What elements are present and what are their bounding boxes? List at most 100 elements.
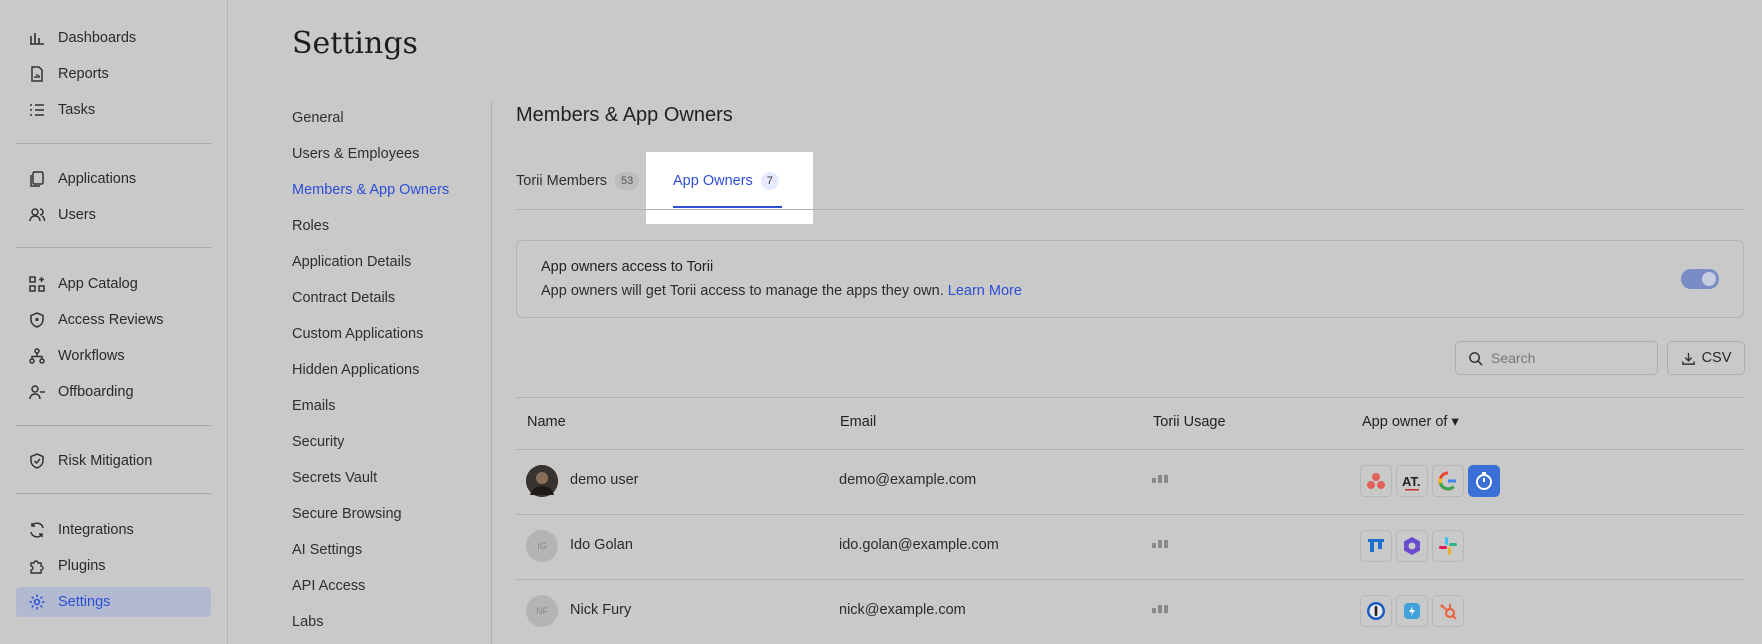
shield-icon bbox=[30, 312, 44, 328]
app-catalog-icon bbox=[29, 276, 45, 292]
settings-item-labs[interactable]: Labs bbox=[292, 608, 323, 636]
row-name: Nick Fury bbox=[570, 602, 632, 618]
sidebar-item-app-catalog[interactable]: App Catalog bbox=[16, 269, 211, 299]
sidebar-item-label: Offboarding bbox=[58, 384, 134, 400]
tab-app-owners[interactable]: App Owners 7 bbox=[673, 172, 779, 190]
count-badge: 53 bbox=[615, 172, 640, 190]
applications-icon bbox=[30, 171, 44, 187]
tab-label: App Owners bbox=[673, 173, 753, 189]
settings-item-custom-applications[interactable]: Custom Applications bbox=[292, 320, 423, 348]
settings-item-general[interactable]: General bbox=[292, 104, 344, 132]
avatar bbox=[526, 465, 558, 497]
page-title: Settings bbox=[292, 26, 418, 61]
atlassian-icon[interactable]: AT. bbox=[1396, 465, 1428, 497]
svg-text:AT.: AT. bbox=[1402, 474, 1421, 489]
tab-torii-members[interactable]: Torii Members 53 bbox=[516, 172, 640, 190]
sidebar-item-label: Access Reviews bbox=[58, 312, 164, 328]
settings-item-secure-browsing[interactable]: Secure Browsing bbox=[292, 500, 402, 528]
app-icons: AT. bbox=[1360, 465, 1500, 497]
sidebar-item-users[interactable]: Users bbox=[16, 200, 211, 230]
count-badge: 7 bbox=[760, 172, 779, 190]
app-icons bbox=[1360, 530, 1464, 562]
settings-item-hidden-applications[interactable]: Hidden Applications bbox=[292, 356, 419, 384]
hubspot-icon[interactable] bbox=[1432, 595, 1464, 627]
csv-label: CSV bbox=[1701, 350, 1732, 366]
sidebar-item-plugins[interactable]: Plugins bbox=[16, 551, 211, 581]
download-icon bbox=[1681, 352, 1695, 365]
zendesk-icon[interactable] bbox=[1396, 595, 1428, 627]
settings-item-api-access[interactable]: API Access bbox=[292, 572, 365, 600]
sync-icon bbox=[30, 522, 44, 538]
shield-check-icon bbox=[30, 453, 44, 469]
left-navigation: Dashboards Reports Tasks Applications Us… bbox=[0, 0, 228, 644]
row-email: ido.golan@example.com bbox=[839, 537, 999, 553]
1password-icon[interactable] bbox=[1360, 595, 1392, 627]
settings-item-roles[interactable]: Roles bbox=[292, 212, 329, 240]
settings-item-application-details[interactable]: Application Details bbox=[292, 248, 411, 276]
row-email: demo@example.com bbox=[839, 472, 977, 488]
row-email: nick@example.com bbox=[839, 602, 966, 618]
search-icon bbox=[1469, 351, 1483, 366]
sidebar-item-label: Plugins bbox=[58, 558, 106, 574]
learn-more-link[interactable]: Learn More bbox=[948, 283, 1022, 299]
google-icon[interactable] bbox=[1432, 465, 1464, 497]
settings-item-security[interactable]: Security bbox=[292, 428, 344, 456]
sidebar-item-label: Applications bbox=[58, 171, 137, 187]
settings-item-users-employees[interactable]: Users & Employees bbox=[292, 140, 419, 168]
sidebar-item-label: Risk Mitigation bbox=[58, 453, 153, 469]
row-name: demo user bbox=[570, 472, 639, 488]
sidebar-item-offboarding[interactable]: Offboarding bbox=[16, 377, 211, 407]
settings-divider bbox=[491, 102, 492, 644]
column-header-name[interactable]: Name bbox=[527, 414, 566, 430]
sidebar-item-label: Integrations bbox=[58, 522, 134, 538]
nav-divider bbox=[16, 425, 211, 426]
settings-item-ai-settings[interactable]: AI Settings bbox=[292, 536, 362, 564]
usage-bars bbox=[1152, 605, 1168, 613]
user-photo-icon bbox=[526, 465, 558, 497]
column-header-app-owner-of[interactable]: App owner of ▾ bbox=[1362, 414, 1459, 430]
settings-item-secrets-vault[interactable]: Secrets Vault bbox=[292, 464, 377, 492]
slack-icon[interactable] bbox=[1432, 530, 1464, 562]
access-card-text: App owners will get Torii access to mana… bbox=[541, 283, 944, 299]
asana-icon[interactable] bbox=[1360, 465, 1392, 497]
users-icon bbox=[29, 208, 46, 222]
user-minus-icon bbox=[29, 385, 45, 400]
settings-item-contract-details[interactable]: Contract Details bbox=[292, 284, 395, 312]
usage-bars bbox=[1152, 475, 1168, 483]
gear-icon bbox=[29, 594, 45, 610]
sidebar-item-dashboards[interactable]: Dashboards bbox=[16, 23, 211, 53]
sidebar-item-reports[interactable]: Reports bbox=[16, 59, 211, 89]
puzzle-icon bbox=[30, 560, 44, 574]
sidebar-item-label: Reports bbox=[58, 66, 109, 82]
sidebar-item-access-reviews[interactable]: Access Reviews bbox=[16, 305, 211, 335]
csv-export-button[interactable]: CSV bbox=[1667, 341, 1745, 375]
sidebar-item-applications[interactable]: Applications bbox=[16, 164, 211, 194]
app-owners-access-card: App owners access to Torii App owners wi… bbox=[516, 240, 1744, 318]
sidebar-item-label: Dashboards bbox=[58, 30, 137, 46]
column-header-torii-usage[interactable]: Torii Usage bbox=[1153, 414, 1226, 430]
avatar: IG bbox=[526, 530, 558, 562]
sidebar-item-workflows[interactable]: Workflows bbox=[16, 341, 211, 371]
active-tab-indicator bbox=[673, 206, 782, 208]
sidebar-item-tasks[interactable]: Tasks bbox=[16, 95, 211, 125]
search-input[interactable]: Search bbox=[1455, 341, 1658, 375]
sidebar-item-label: Settings bbox=[58, 594, 111, 610]
access-card-title: App owners access to Torii bbox=[541, 259, 714, 275]
header-divider bbox=[516, 449, 1744, 450]
access-toggle[interactable] bbox=[1681, 269, 1719, 289]
sidebar-item-settings[interactable]: Settings bbox=[16, 587, 211, 617]
teams-loop-icon[interactable] bbox=[1396, 530, 1428, 562]
sidebar-item-risk-mitigation[interactable]: Risk Mitigation bbox=[16, 446, 211, 476]
settings-item-emails[interactable]: Emails bbox=[292, 392, 336, 420]
sidebar-item-integrations[interactable]: Integrations bbox=[16, 515, 211, 545]
trello-icon[interactable] bbox=[1360, 530, 1392, 562]
column-header-email[interactable]: Email bbox=[840, 414, 876, 430]
settings-item-members-app-owners[interactable]: Members & App Owners bbox=[292, 176, 449, 204]
report-icon bbox=[31, 66, 43, 82]
sidebar-item-label: Tasks bbox=[58, 102, 96, 118]
timer-app-icon[interactable] bbox=[1468, 465, 1500, 497]
avatar: NF bbox=[526, 595, 558, 627]
sidebar-item-label: App Catalog bbox=[58, 276, 138, 292]
chart-bar-icon bbox=[30, 33, 44, 45]
app-icons bbox=[1360, 595, 1464, 627]
